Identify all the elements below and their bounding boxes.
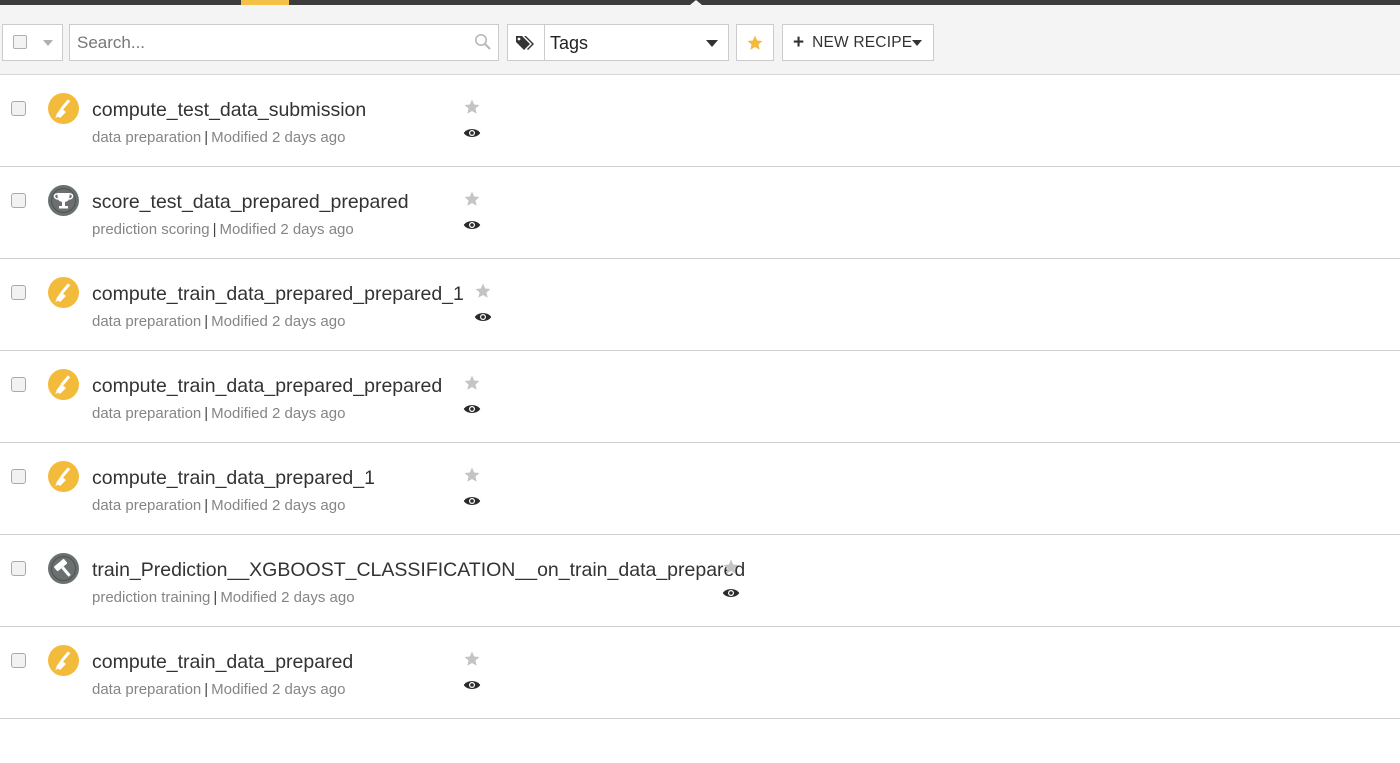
star-icon[interactable] [474, 282, 492, 300]
list-item[interactable]: compute_train_data_prepared data prepara… [0, 627, 1400, 719]
broom-icon [48, 369, 79, 400]
recipe-type: data preparation [92, 129, 202, 146]
plus-icon: + [793, 32, 805, 53]
eye-icon[interactable] [463, 494, 481, 508]
eye-icon[interactable] [463, 218, 481, 232]
star-icon[interactable] [463, 466, 481, 484]
recipes-toolbar: Tags + NEW RECIPE [0, 5, 1400, 75]
recipe-name[interactable]: score_test_data_prepared_prepared [92, 191, 409, 214]
recipe-meta: data preparation | Modified 2 days ago [92, 497, 345, 514]
trophy-icon [48, 185, 79, 216]
recipe-name[interactable]: compute_train_data_prepared_1 [92, 467, 375, 490]
recipe-type: data preparation [92, 497, 202, 514]
row-actions [462, 374, 482, 416]
chevron-down-icon[interactable] [43, 40, 53, 46]
new-recipe-button[interactable]: + NEW RECIPE [782, 24, 934, 61]
recipe-name[interactable]: compute_train_data_prepared_prepared_1 [92, 283, 464, 306]
recipe-meta: data preparation | Modified 2 days ago [92, 129, 345, 146]
recipe-meta: data preparation | Modified 2 days ago [92, 313, 345, 330]
recipe-type: prediction scoring [92, 221, 210, 238]
meta-separator: | [204, 681, 209, 698]
recipe-name[interactable]: compute_train_data_prepared [92, 651, 353, 674]
list-item[interactable]: compute_test_data_submission data prepar… [0, 75, 1400, 167]
star-icon[interactable] [722, 558, 740, 576]
search-icon [474, 33, 492, 56]
recipe-type: prediction training [92, 589, 211, 606]
list-item[interactable]: compute_train_data_prepared_prepared_1 d… [0, 259, 1400, 351]
meta-separator: | [213, 589, 218, 606]
eye-icon[interactable] [463, 126, 481, 140]
eye-icon[interactable] [463, 678, 481, 692]
recipe-name[interactable]: train_Prediction__XGBOOST_CLASSIFICATION… [92, 559, 745, 582]
row-checkbox[interactable] [11, 561, 26, 576]
search-input[interactable] [70, 25, 472, 60]
recipe-name[interactable]: compute_test_data_submission [92, 99, 366, 122]
star-icon [747, 35, 763, 50]
select-all-checkbox[interactable] [13, 35, 27, 49]
star-icon[interactable] [463, 190, 481, 208]
recipe-type: data preparation [92, 681, 202, 698]
row-checkbox[interactable] [11, 653, 26, 668]
tags-label: Tags [550, 33, 589, 53]
recipe-modified: Modified 2 days ago [211, 497, 346, 514]
row-checkbox[interactable] [11, 285, 26, 300]
list-item[interactable]: compute_train_data_prepared_1 data prepa… [0, 443, 1400, 535]
tag-icon[interactable] [508, 25, 545, 60]
broom-icon [48, 93, 79, 124]
chevron-down-icon[interactable] [912, 40, 922, 46]
star-icon[interactable] [463, 374, 481, 392]
eye-icon[interactable] [474, 310, 492, 324]
star-icon[interactable] [463, 650, 481, 668]
search-box [69, 24, 499, 61]
recipe-modified: Modified 2 days ago [211, 313, 346, 330]
select-all-dropdown[interactable] [2, 24, 63, 61]
tags-dropdown[interactable]: Tags [507, 24, 729, 61]
recipe-list: compute_test_data_submission data prepar… [0, 75, 1400, 719]
list-item[interactable]: compute_train_data_prepared_prepared dat… [0, 351, 1400, 443]
new-recipe-label: NEW RECIPE [812, 33, 913, 51]
hammer-icon [48, 553, 79, 584]
meta-separator: | [212, 221, 217, 238]
chevron-down-icon[interactable] [706, 40, 718, 47]
meta-separator: | [204, 497, 209, 514]
eye-icon[interactable] [463, 402, 481, 416]
recipe-meta: prediction scoring | Modified 2 days ago [92, 221, 354, 238]
meta-separator: | [204, 129, 209, 146]
broom-icon [48, 645, 79, 676]
row-actions [462, 466, 482, 508]
row-actions [462, 190, 482, 232]
star-icon[interactable] [463, 98, 481, 116]
row-checkbox[interactable] [11, 101, 26, 116]
broom-icon [48, 277, 79, 308]
recipe-modified: Modified 2 days ago [220, 589, 355, 606]
recipe-name[interactable]: compute_train_data_prepared_prepared [92, 375, 442, 398]
meta-separator: | [204, 313, 209, 330]
row-actions [462, 98, 482, 140]
row-actions [473, 282, 493, 324]
row-actions [721, 558, 741, 600]
list-item[interactable]: score_test_data_prepared_prepared predic… [0, 167, 1400, 259]
recipe-modified: Modified 2 days ago [211, 405, 346, 422]
row-checkbox[interactable] [11, 469, 26, 484]
recipe-type: data preparation [92, 313, 202, 330]
recipe-modified: Modified 2 days ago [219, 221, 354, 238]
recipe-type: data preparation [92, 405, 202, 422]
row-actions [462, 650, 482, 692]
list-item[interactable]: train_Prediction__XGBOOST_CLASSIFICATION… [0, 535, 1400, 627]
recipe-meta: prediction training | Modified 2 days ago [92, 589, 355, 606]
recipe-modified: Modified 2 days ago [211, 681, 346, 698]
eye-icon[interactable] [722, 586, 740, 600]
meta-separator: | [204, 405, 209, 422]
broom-icon [48, 461, 79, 492]
recipe-meta: data preparation | Modified 2 days ago [92, 405, 345, 422]
row-checkbox[interactable] [11, 377, 26, 392]
recipe-meta: data preparation | Modified 2 days ago [92, 681, 345, 698]
favorites-filter-button[interactable] [736, 24, 774, 61]
recipe-modified: Modified 2 days ago [211, 129, 346, 146]
row-checkbox[interactable] [11, 193, 26, 208]
